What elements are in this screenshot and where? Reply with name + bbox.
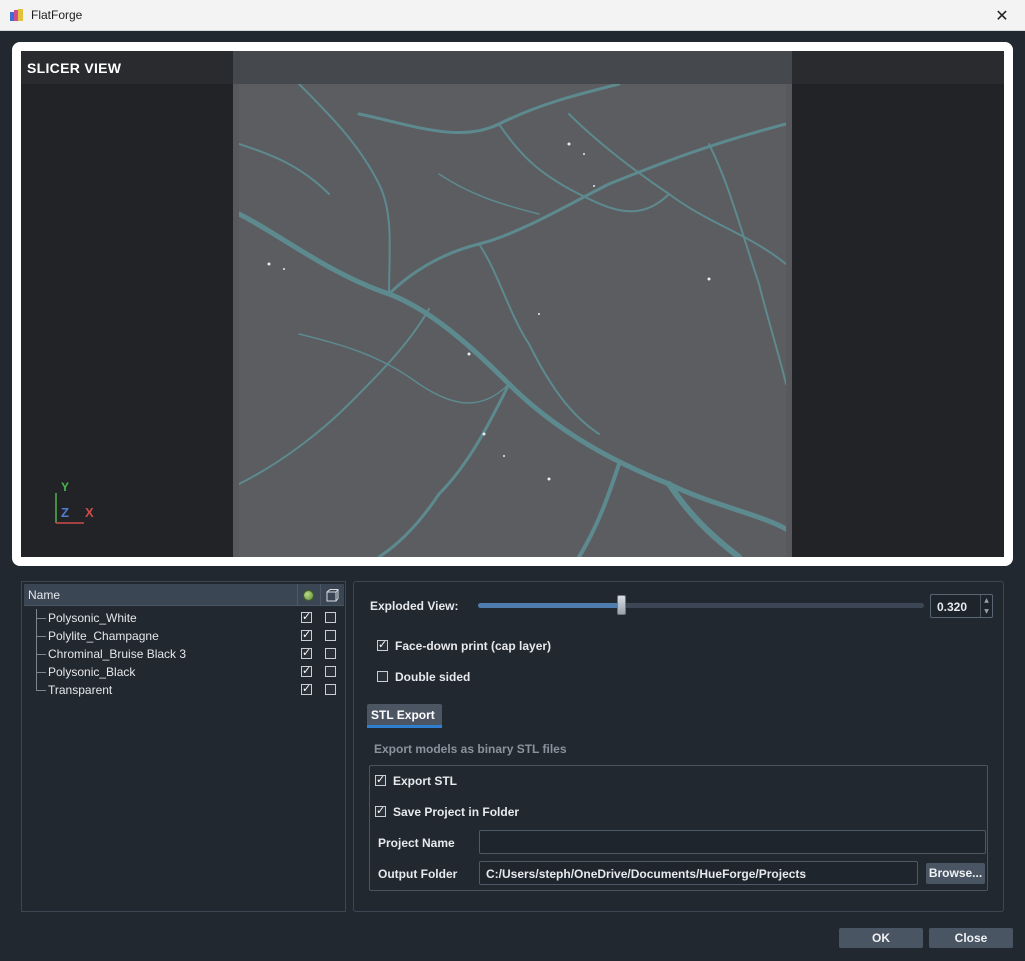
double-sided-checkbox[interactable] [377,671,388,682]
secondary-checkbox[interactable] [325,648,336,659]
tree-row[interactable]: Polylite_Champagne [24,627,344,645]
filament-name: Transparent [48,683,113,697]
visible-checkbox[interactable] [301,664,312,677]
tab-stl-export[interactable]: STL Export [367,704,442,728]
window-title: FlatForge [31,8,83,22]
visibility-dot-icon [303,589,314,601]
axis-y-label: Y [61,480,69,494]
visible-checkbox[interactable] [301,682,312,695]
filament-name: Polysonic_White [48,611,137,625]
filament-name: Polylite_Champagne [48,629,159,643]
visible-checkbox[interactable] [301,646,312,659]
close-window-icon[interactable]: ✕ [979,0,1025,31]
axis-z-label: Z [61,505,69,520]
column-header-name[interactable]: Name [28,588,60,602]
face-down-checkbox[interactable] [377,638,388,651]
exploded-view-slider[interactable] [478,603,924,608]
output-folder-label: Output Folder [378,867,458,881]
export-stl-label: Export STL [393,774,458,788]
viewport-top-band-mid [233,51,792,84]
save-project-checkbox[interactable] [375,804,386,817]
export-description: Export models as binary STL files [374,742,567,756]
project-name-label: Project Name [378,836,455,850]
title-bar: FlatForge ✕ [0,0,1025,31]
secondary-checkbox[interactable] [325,612,336,623]
column-header-visible[interactable] [297,584,319,606]
tree-header: Name [24,584,344,606]
tree-row[interactable]: Chrominal_Bruise Black 3 [24,645,344,663]
filament-name: Chrominal_Bruise Black 3 [48,647,187,661]
filament-tree: Name Polysonic_White Polylite_Champagne … [21,581,346,912]
filament-name: Polysonic_Black [48,665,136,679]
exploded-view-value: 0.320 [937,600,968,614]
secondary-checkbox[interactable] [325,630,336,641]
model-preview [239,84,786,557]
browse-button[interactable]: Browse... [926,863,985,884]
exploded-view-spinbox[interactable]: 0.320 ▲ ▼ [930,594,993,618]
output-folder-input[interactable]: C:/Users/steph/OneDrive/Documents/HueFor… [479,861,918,885]
visible-checkbox[interactable] [301,610,312,623]
slider-handle[interactable] [616,595,626,615]
app-icon [10,9,23,21]
column-header-cube[interactable] [320,584,343,606]
output-folder-value: C:/Users/steph/OneDrive/Documents/HueFor… [486,867,807,881]
close-button[interactable]: Close [929,928,1013,948]
tree-row[interactable]: Polysonic_White [24,609,344,627]
axis-x-label: X [85,505,94,520]
export-stl-checkbox[interactable] [375,773,386,786]
tab-label: STL Export [371,708,435,722]
axis-gizmo-icon: Y Z X [55,480,94,524]
tree-row[interactable]: Polysonic_Black [24,663,344,681]
export-group: Export STL Save Project in Folder Projec… [369,765,988,891]
spin-arrows-icon[interactable]: ▲ ▼ [980,595,992,617]
tree-row[interactable]: Transparent [24,681,344,699]
slicer-viewport[interactable]: SLICER VIEW Y Z X [21,51,1004,557]
project-name-input[interactable] [479,830,986,854]
settings-panel: Exploded View: 0.320 ▲▼ Face-down print … [353,581,1004,912]
face-down-label: Face-down print (cap layer) [395,639,552,653]
double-sided-label: Double sided [395,670,471,684]
ok-button[interactable]: OK [839,928,923,948]
exploded-view-label: Exploded View: [370,599,459,613]
secondary-checkbox[interactable] [325,684,336,695]
slider-fill [478,603,621,608]
secondary-checkbox[interactable] [325,666,336,677]
viewport-label: SLICER VIEW [27,60,122,76]
visible-checkbox[interactable] [301,628,312,641]
save-project-label: Save Project in Folder [393,805,520,819]
cube-icon [326,588,338,601]
